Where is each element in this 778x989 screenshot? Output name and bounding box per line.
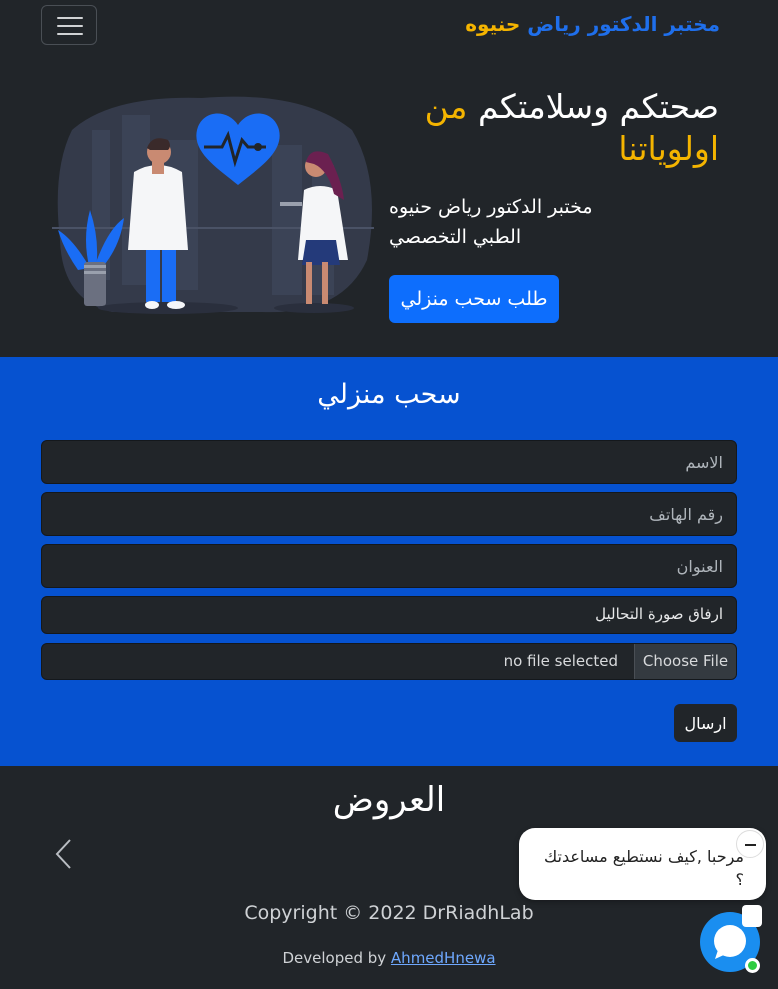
choose-file-button[interactable]: Choose File — [634, 644, 736, 679]
online-status-dot — [745, 958, 760, 973]
hero-title-highlight-2: اولوياتنا — [618, 129, 719, 168]
name-input[interactable] — [41, 440, 737, 484]
hero-section: صحتكم وسلامتكم من اولوياتنا مختبر الدكتو… — [0, 52, 778, 357]
developer-link[interactable]: AhmedHnewa — [391, 949, 496, 967]
chat-greeting-bubble[interactable]: مرحبا ,كيف نستطيع مساعدتك ؟ — [519, 828, 766, 900]
hero-subtitle-line2: الطبي التخصصي — [389, 226, 522, 248]
copyright-text: Copyright © 2022 DrRiadhLab — [244, 902, 534, 924]
minimize-icon[interactable] — [736, 830, 764, 858]
hero-title-highlight: من — [424, 87, 468, 126]
offers-title: العروض — [332, 780, 446, 820]
hero-title-main: صحتكم وسلامتكم — [477, 87, 719, 126]
developer-credit: Developed by AhmedHnewa — [0, 949, 778, 967]
form-title: سحب منزلي — [317, 379, 461, 410]
file-input[interactable]: Choose File no file selected — [41, 643, 737, 680]
attach-label: ارفاق صورة التحاليل — [41, 596, 737, 634]
brand-logo-link[interactable]: مختبر الدكتور رياض حنيوه — [465, 12, 720, 36]
navbar: مختبر الدكتور رياض حنيوه — [0, 0, 778, 52]
hamburger-menu-icon — [57, 17, 83, 19]
home-sampling-request-button[interactable]: طلب سحب منزلي — [389, 275, 559, 323]
phone-input[interactable] — [41, 492, 737, 536]
file-status: no file selected — [503, 652, 618, 670]
doctors-illustration — [52, 96, 374, 314]
address-input[interactable] — [41, 544, 737, 588]
hero-subtitle: مختبر الدكتور رياض حنيوه الطبي التخصصي — [389, 192, 649, 252]
submit-button[interactable]: ارسال — [674, 704, 737, 742]
brand-name: مختبر الدكتور رياض — [527, 12, 720, 36]
hero-title: صحتكم وسلامتكم من اولوياتنا — [389, 86, 719, 170]
brand-surname: حنيوه — [465, 12, 521, 36]
chevron-left-icon[interactable] — [52, 836, 76, 872]
home-sampling-form-section: سحب منزلي ارفاق صورة التحاليل Choose Fil… — [0, 357, 778, 766]
developer-credit-label: Developed by — [282, 949, 387, 967]
hero-subtitle-line1: مختبر الدكتور رياض حنيوه — [389, 196, 593, 218]
chat-notification-square — [742, 905, 762, 927]
menu-toggle-button[interactable] — [41, 5, 97, 45]
